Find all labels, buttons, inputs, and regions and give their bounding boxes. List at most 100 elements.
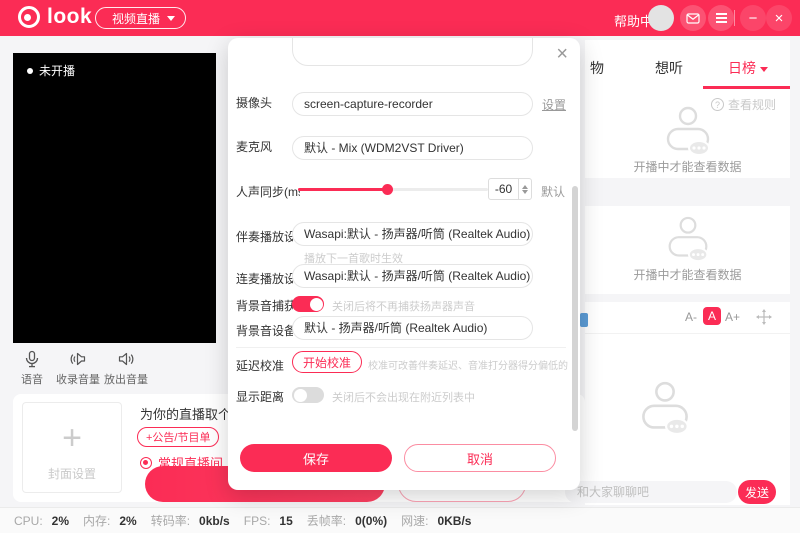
latency-hint: 校准可改善伴奏延迟、音准打分器得分偏低的问题 (368, 361, 568, 372)
hamburger-icon (715, 13, 727, 23)
tab-gifts[interactable]: 物 (590, 58, 604, 78)
app-logo: look (18, 6, 92, 28)
save-button[interactable]: 保存 (240, 444, 392, 472)
microphone-select[interactable]: 默认 - Mix (WDM2VST Driver) (292, 136, 533, 160)
move-icon (756, 309, 772, 325)
distance-label: 显示距离 (236, 390, 285, 404)
minimize-button[interactable]: − (740, 5, 766, 31)
stepper-arrows[interactable] (518, 179, 531, 199)
memory-label: 内存: (83, 514, 111, 528)
voice-sync-value[interactable]: -60 (489, 179, 518, 199)
speaker-out-icon (118, 352, 134, 366)
fps-value: 15 (279, 513, 293, 528)
move-panel-handle[interactable] (756, 309, 772, 330)
font-size-current-button[interactable]: A (703, 307, 721, 325)
live-status-badge: 未开播 (27, 62, 75, 79)
logo-text: look (47, 5, 93, 28)
voice-sync-stepper[interactable]: -60 (488, 178, 532, 200)
chat-card: A- A A+ 发送 (565, 302, 790, 505)
voice-sync-default[interactable]: 默认 (541, 183, 565, 200)
tab-want-to-hear[interactable]: 想听 (655, 58, 683, 78)
plus-icon: + (62, 419, 82, 457)
step-down-icon[interactable] (522, 189, 528, 194)
bg-capture-toggle[interactable] (292, 296, 324, 312)
chat-input[interactable] (565, 481, 737, 503)
announcement-button[interactable]: +公告/节目单 (137, 427, 220, 447)
voice-sync-label: 人声同步(ms) (236, 185, 300, 199)
cover-label: 封面设置 (47, 467, 96, 481)
accompaniment-device-select[interactable]: Wasapi:默认 - 扬声器/听筒 (Realtek Audio) (292, 222, 533, 246)
microphone-label: 麦克风 (236, 140, 273, 154)
cover-upload-box[interactable]: + 封面设置 (22, 402, 122, 493)
record-volume-label: 收录音量 (56, 374, 100, 386)
microphone-icon (25, 350, 39, 368)
cancel-button[interactable]: 取消 (404, 444, 556, 472)
look-logo-icon (18, 6, 40, 28)
voice-control[interactable]: 语音 (6, 350, 58, 387)
step-up-icon[interactable] (522, 184, 528, 189)
app-header: look 视频直播 帮助中心 − × (0, 0, 800, 36)
radio-selected-icon (140, 456, 152, 469)
dropped-frames-label: 丢帧率: (306, 514, 347, 528)
active-tab-underline (703, 86, 790, 89)
chevron-down-icon (167, 15, 176, 21)
latency-label: 延迟校准 (236, 359, 285, 373)
modal-close-icon[interactable]: × (556, 44, 568, 64)
menu-button[interactable] (708, 5, 734, 31)
mail-button[interactable] (680, 5, 706, 31)
slider-knob[interactable] (382, 184, 394, 195)
voice-sync-slider[interactable] (298, 184, 488, 195)
stats-card: 开播中才能查看数据 (585, 206, 790, 294)
cpu-label: CPU: (14, 513, 43, 528)
empty-state-text: 开播中才能查看数据 (633, 268, 742, 282)
bg-capture-label: 背景音捕获 (236, 299, 293, 313)
category-selector-button[interactable]: 视频直播 (95, 7, 187, 29)
modal-scrollbar[interactable] (572, 186, 578, 431)
bg-device-select[interactable]: 默认 - 扬声器/听筒 (Realtek Audio) (292, 316, 533, 340)
font-decrease-button[interactable]: A- (685, 310, 697, 324)
hidden-icon-fragment (580, 313, 588, 327)
live-status-text: 未开播 (39, 64, 76, 78)
output-volume-control[interactable]: 放出音量 (100, 350, 152, 387)
dropped-frames-value: 0(0%) (355, 513, 388, 528)
category-label: 视频直播 (112, 11, 161, 26)
cpu-value: 2% (51, 513, 70, 528)
distance-hint: 关闭后不会出现在附近列表中 (332, 392, 475, 404)
memory-value: 2% (119, 513, 137, 528)
network-value: 0KB/s (437, 513, 472, 528)
connect-device-select[interactable]: Wasapi:默认 - 扬声器/听筒 (Realtek Audio) (292, 264, 533, 288)
font-increase-button[interactable]: A+ (725, 310, 740, 324)
header-divider (734, 10, 735, 26)
status-bar: CPU: 2% 内存: 2% 转码率: 0kb/s FPS: 15 丢帧率: 0… (0, 507, 800, 533)
chevron-down-icon (760, 66, 768, 72)
camera-select[interactable]: screen-capture-recorder (292, 92, 533, 116)
window-close-button[interactable]: × (766, 5, 792, 31)
distance-toggle[interactable] (292, 387, 324, 403)
bg-device-label: 背景音设备 (236, 324, 293, 338)
avatar[interactable] (648, 5, 674, 31)
send-button[interactable]: 发送 (738, 480, 776, 504)
settings-modal: × 摄像头 screen-capture-recorder 设置 麦克风 默认 … (228, 38, 580, 490)
room-title-text[interactable]: 为你的直播取个 (140, 404, 231, 423)
empty-state-text: 开播中才能查看数据 (633, 160, 742, 174)
camera-settings-link[interactable]: 设置 (542, 96, 566, 113)
empty-state-person-icon (585, 216, 790, 262)
output-volume-label: 放出音量 (104, 374, 148, 386)
bitrate-label: 转码率: (150, 514, 191, 528)
bitrate-value: 0kb/s (199, 513, 230, 528)
record-volume-control[interactable]: 收录音量 (52, 350, 104, 387)
tab-daily-ranking-label: 日榜 (728, 60, 756, 76)
divider (236, 347, 566, 348)
status-dot-icon (27, 67, 33, 74)
camera-label: 摄像头 (236, 96, 273, 110)
speaker-in-icon (70, 352, 86, 366)
fps-label: FPS: (243, 513, 271, 528)
live-preview: 未开播 (13, 53, 216, 343)
mail-icon (686, 12, 700, 24)
empty-state-person-icon (585, 106, 790, 156)
scrolled-field-partial[interactable] (292, 38, 533, 66)
divider (585, 333, 790, 334)
tab-daily-ranking[interactable]: 日榜 (728, 58, 768, 78)
voice-label: 语音 (21, 374, 43, 386)
start-calibration-button[interactable]: 开始校准 (292, 351, 363, 373)
